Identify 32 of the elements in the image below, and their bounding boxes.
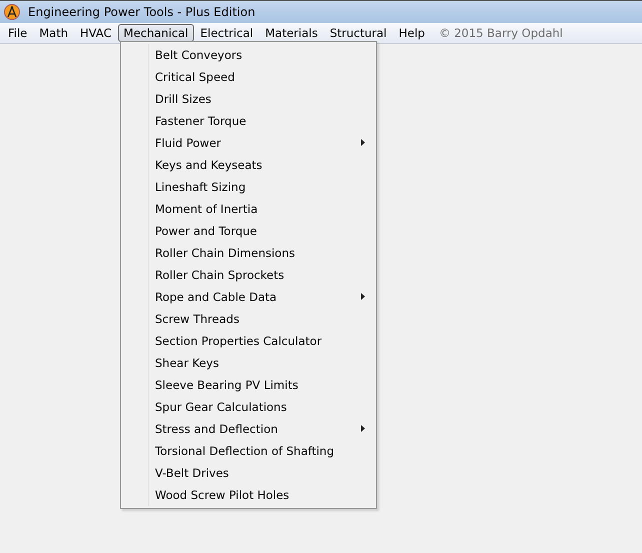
menu-item[interactable]: Help xyxy=(392,24,431,42)
menu-entry[interactable]: Drill Sizes xyxy=(121,88,376,110)
menu-item[interactable]: Materials xyxy=(259,24,324,42)
menu-entry[interactable]: Power and Torque xyxy=(121,220,376,242)
menu-entry[interactable]: Keys and Keyseats xyxy=(121,154,376,176)
menu-entry[interactable]: Roller Chain Dimensions xyxy=(121,242,376,264)
menu-item[interactable]: Electrical xyxy=(194,24,260,42)
menu-entry[interactable]: Wood Screw Pilot Holes xyxy=(121,484,376,506)
menu-entry[interactable]: Belt Conveyors xyxy=(121,44,376,66)
menu-entry[interactable]: Spur Gear Calculations xyxy=(121,396,376,418)
menu-entry[interactable]: Stress and Deflection xyxy=(121,418,376,440)
menu-item[interactable]: File xyxy=(2,24,34,42)
menu-entry[interactable]: Sleeve Bearing PV Limits xyxy=(121,374,376,396)
menu-entry[interactable]: Critical Speed xyxy=(121,66,376,88)
menu-entry[interactable]: Screw Threads xyxy=(121,308,376,330)
menu-entry[interactable]: V-Belt Drives xyxy=(121,462,376,484)
menu-item[interactable]: Math xyxy=(33,24,74,42)
menu-item[interactable]: HVAC xyxy=(74,24,118,42)
menu-entry[interactable]: Section Properties Calculator xyxy=(121,330,376,352)
menu-item[interactable]: Mechanical xyxy=(118,24,194,42)
menu-entry[interactable]: Torsional Deflection of Shafting xyxy=(121,440,376,462)
compass-logo-icon xyxy=(4,4,20,20)
copyright-text: © 2015 Barry Opdahl xyxy=(438,26,563,40)
window-title: Engineering Power Tools - Plus Edition xyxy=(28,5,256,19)
menu-entry[interactable]: Shear Keys xyxy=(121,352,376,374)
menu-entry[interactable]: Lineshaft Sizing xyxy=(121,176,376,198)
menu-item[interactable]: Structural xyxy=(324,24,393,42)
menu-entry[interactable]: Fluid Power xyxy=(121,132,376,154)
menu-entry[interactable]: Roller Chain Sprockets xyxy=(121,264,376,286)
menu-entry[interactable]: Rope and Cable Data xyxy=(121,286,376,308)
menu-entry[interactable]: Fastener Torque xyxy=(121,110,376,132)
menu-entry[interactable]: Moment of Inertia xyxy=(121,198,376,220)
